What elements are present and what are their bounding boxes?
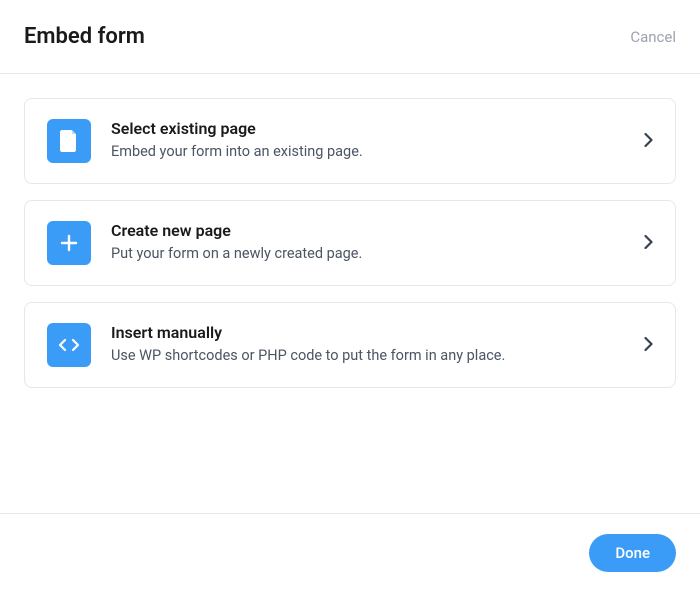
- modal-footer: Done: [0, 513, 700, 592]
- chevron-right-icon: [644, 234, 653, 253]
- option-select-existing-page[interactable]: Select existing page Embed your form int…: [24, 98, 676, 184]
- option-title: Create new page: [111, 221, 624, 240]
- chevron-right-icon: [644, 132, 653, 151]
- plus-icon: [47, 221, 91, 265]
- option-description: Put your form on a newly created page.: [111, 244, 624, 264]
- modal-title: Embed form: [24, 24, 145, 49]
- option-text: Insert manually Use WP shortcodes or PHP…: [111, 323, 624, 366]
- option-create-new-page[interactable]: Create new page Put your form on a newly…: [24, 200, 676, 286]
- option-text: Select existing page Embed your form int…: [111, 119, 624, 162]
- cancel-button[interactable]: Cancel: [630, 28, 676, 46]
- code-icon: [47, 323, 91, 367]
- option-insert-manually[interactable]: Insert manually Use WP shortcodes or PHP…: [24, 302, 676, 388]
- option-title: Select existing page: [111, 119, 624, 138]
- chevron-right-icon: [644, 336, 653, 355]
- options-list: Select existing page Embed your form int…: [0, 74, 700, 412]
- option-title: Insert manually: [111, 323, 624, 342]
- modal-header: Embed form Cancel: [0, 0, 700, 73]
- done-button[interactable]: Done: [589, 534, 676, 572]
- option-description: Use WP shortcodes or PHP code to put the…: [111, 346, 624, 366]
- page-icon: [47, 119, 91, 163]
- option-description: Embed your form into an existing page.: [111, 142, 624, 162]
- option-text: Create new page Put your form on a newly…: [111, 221, 624, 264]
